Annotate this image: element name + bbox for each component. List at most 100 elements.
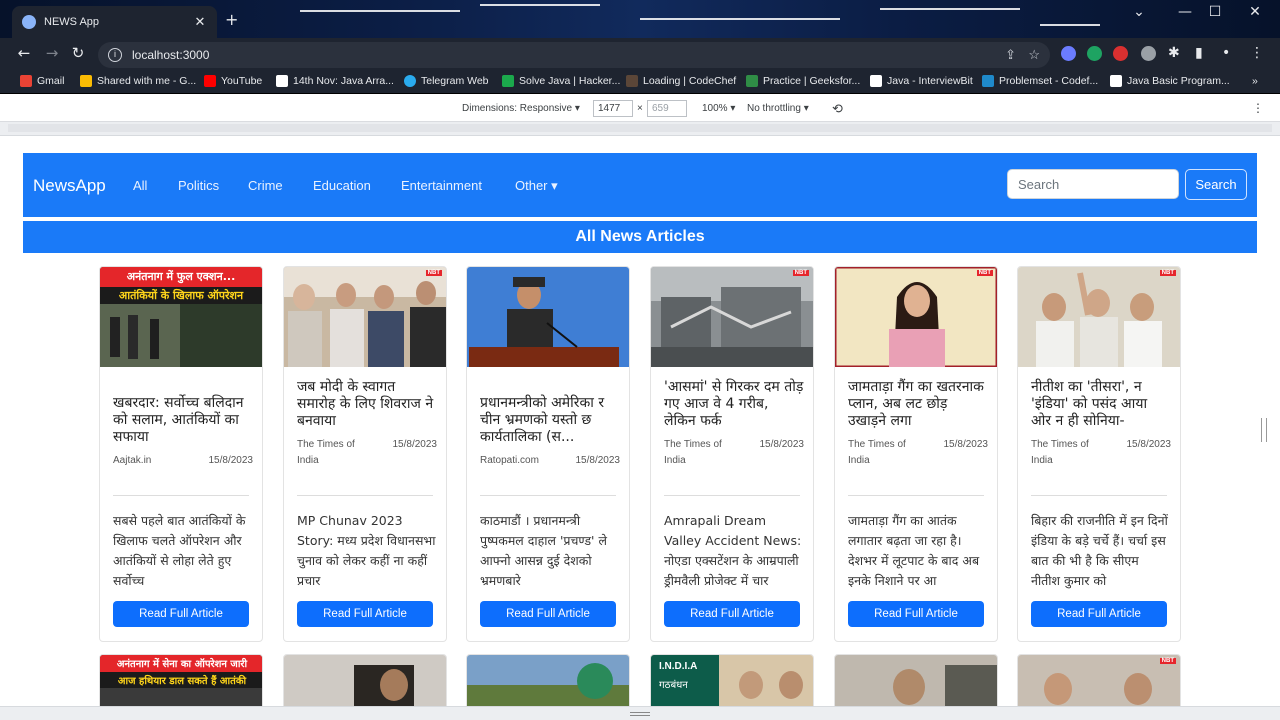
article-image [835, 655, 997, 706]
brand-logo[interactable]: NewsApp [33, 176, 106, 196]
gmail-icon [20, 75, 32, 87]
bookmark-item[interactable]: Telegram Web [404, 75, 489, 87]
article-image [1018, 655, 1180, 706]
profile-icon[interactable]: • [1222, 45, 1230, 61]
bookmark-item[interactable]: Solve Java | Hacker... [502, 75, 620, 87]
search-button[interactable]: Search [1185, 169, 1247, 200]
article-image [284, 655, 446, 706]
dimensions-select[interactable]: Dimensions: Responsive ▾ [462, 103, 580, 114]
forward-icon[interactable]: → [42, 44, 62, 62]
scrollbar-handle[interactable] [1261, 418, 1267, 442]
article-title: जब मोदी के स्वागत समारोह के लिए शिवराज न… [297, 379, 434, 429]
bookmark-item[interactable]: Loading | CodeChef [626, 75, 736, 87]
codeforces-icon [982, 75, 994, 87]
nbt-badge: NBT [792, 270, 809, 276]
youtube-icon [204, 75, 216, 87]
codechef-icon [626, 75, 638, 87]
card-divider [1031, 495, 1167, 496]
image-caption: गठबंधन [659, 680, 688, 691]
article-image: अनंतनाग में फुल एक्शन... आतंकियों के खिल… [100, 267, 262, 367]
bookmark-item[interactable]: Java Basic Program... [1110, 75, 1230, 87]
back-icon[interactable]: ← [14, 44, 34, 62]
bookmark-item[interactable]: Java - InterviewBit [870, 75, 973, 87]
rotate-icon[interactable]: ⟲ [832, 101, 843, 117]
close-window-icon[interactable]: ✕ [1240, 4, 1270, 20]
extensions-puzzle-icon[interactable]: ✱ [1168, 45, 1180, 61]
side-panel-icon[interactable]: ▮ [1195, 45, 1203, 61]
bookmark-item[interactable]: Gmail [20, 75, 64, 87]
bookmark-item[interactable]: Practice | Geeksfor... [746, 75, 860, 87]
more-bookmarks-icon[interactable]: » [1252, 75, 1258, 87]
close-tab-icon[interactable]: ✕ [193, 15, 207, 30]
article-title: नीतीश का 'तीसरा', न 'इंडिया' को पसंद आया… [1031, 379, 1148, 429]
minimize-icon[interactable]: — [1170, 4, 1200, 20]
dimension-separator: × [637, 103, 643, 114]
article-title: 'आसमां' से गिरकर दम तोड़ गए आज वे 4 गरीब… [664, 379, 804, 429]
news-card: NBT [1017, 654, 1181, 706]
nav-link-entertainment[interactable]: Entertainment [401, 178, 482, 193]
article-source: Ratopati.com [480, 455, 539, 466]
browser-toolbar: ← → ↻ i localhost:3000 ⇪ ☆ ✱ ▮ • ⋮ [0, 38, 1280, 70]
search-input[interactable] [1007, 169, 1179, 199]
article-source: The Times of India [1031, 439, 1089, 466]
news-card: NBT जब मोदी के स्वागत समारोह के लिए शिवर… [283, 266, 447, 642]
extension-icon[interactable] [1141, 46, 1156, 61]
page-icon [276, 75, 288, 87]
site-info-icon[interactable]: i [108, 48, 122, 62]
nbt-badge: NBT [1159, 658, 1176, 664]
browser-tab[interactable]: NEWS App ✕ [12, 6, 217, 38]
read-full-article-button[interactable]: Read Full Article [1031, 601, 1167, 627]
news-card: प्रधानमन्त्रीको अमेरिका र चीन भ्रमणको यस… [466, 266, 630, 642]
image-caption: I.N.D.I.A [659, 661, 698, 672]
extension-icon[interactable] [1113, 46, 1128, 61]
nbt-badge: NBT [976, 270, 993, 276]
news-card [834, 654, 998, 706]
article-source: The Times of India [848, 439, 906, 466]
extension-icon[interactable] [1087, 46, 1102, 61]
news-card: अनंतनाग में सेना का ऑपरेशन जारी आज हथिया… [99, 654, 263, 706]
extension-icon[interactable] [1061, 46, 1076, 61]
nav-link-all[interactable]: All [133, 178, 147, 193]
tab-title: NEWS App [44, 16, 100, 28]
read-full-article-button[interactable]: Read Full Article [297, 601, 433, 627]
image-caption: आज हथियार डाल सकते हैं आतंकी [117, 676, 247, 687]
article-description: जामताड़ा गैंग का आतंक लगातार बढ़ता जा रह… [848, 513, 980, 588]
article-date: 15/8/2023 [208, 455, 254, 466]
bookmark-item[interactable]: 14th Nov: Java Arra... [276, 75, 394, 87]
reload-icon[interactable]: ↻ [68, 44, 88, 62]
article-source: The Times of India [664, 439, 722, 466]
article-title: जामताड़ा गैंग का खतरनाक प्लान, अब लट छोड… [848, 379, 984, 429]
page-heading: All News Articles [23, 221, 1257, 253]
article-title: प्रधानमन्त्रीको अमेरिका र चीन भ्रमणको यस… [480, 395, 605, 445]
nav-dropdown-other[interactable]: Other ▾ [515, 178, 558, 194]
nav-link-politics[interactable]: Politics [178, 178, 219, 193]
device-height-input[interactable]: 659 [647, 100, 687, 117]
article-date: 15/8/2023 [1126, 439, 1172, 450]
bookmark-item[interactable]: Shared with me - G... [80, 75, 196, 87]
read-full-article-button[interactable]: Read Full Article [113, 601, 249, 627]
nav-link-education[interactable]: Education [313, 178, 371, 193]
article-description: MP Chunav 2023 Story: मध्य प्रदेश विधानस… [297, 513, 436, 588]
card-divider [113, 495, 249, 496]
share-icon[interactable]: ⇪ [1005, 47, 1016, 63]
read-full-article-button[interactable]: Read Full Article [480, 601, 616, 627]
more-options-icon[interactable]: ⋮ [1252, 101, 1264, 115]
read-full-article-button[interactable]: Read Full Article [664, 601, 800, 627]
device-width-input[interactable]: 1477 [593, 100, 633, 117]
chevron-down-icon[interactable]: ⌄ [1124, 4, 1154, 20]
read-full-article-button[interactable]: Read Full Article [848, 601, 984, 627]
new-tab-icon[interactable]: + [225, 10, 238, 30]
zoom-select[interactable]: 100% ▾ [702, 103, 735, 114]
article-image [467, 655, 629, 706]
image-caption: आतंकियों के खिलाफ ऑपरेशन [118, 289, 244, 302]
bookmark-star-icon[interactable]: ☆ [1028, 47, 1040, 63]
throttling-select[interactable]: No throttling ▾ [747, 103, 809, 114]
card-divider [848, 495, 984, 496]
nav-link-crime[interactable]: Crime [248, 178, 283, 193]
maximize-icon[interactable]: ☐ [1200, 4, 1230, 20]
menu-kebab-icon[interactable]: ⋮ [1250, 45, 1264, 61]
bookmark-item[interactable]: YouTube [204, 75, 262, 87]
resize-handle[interactable] [630, 712, 650, 716]
address-bar[interactable]: i localhost:3000 ⇪ ☆ [98, 42, 1050, 68]
bookmark-item[interactable]: Problemset - Codef... [982, 75, 1098, 87]
